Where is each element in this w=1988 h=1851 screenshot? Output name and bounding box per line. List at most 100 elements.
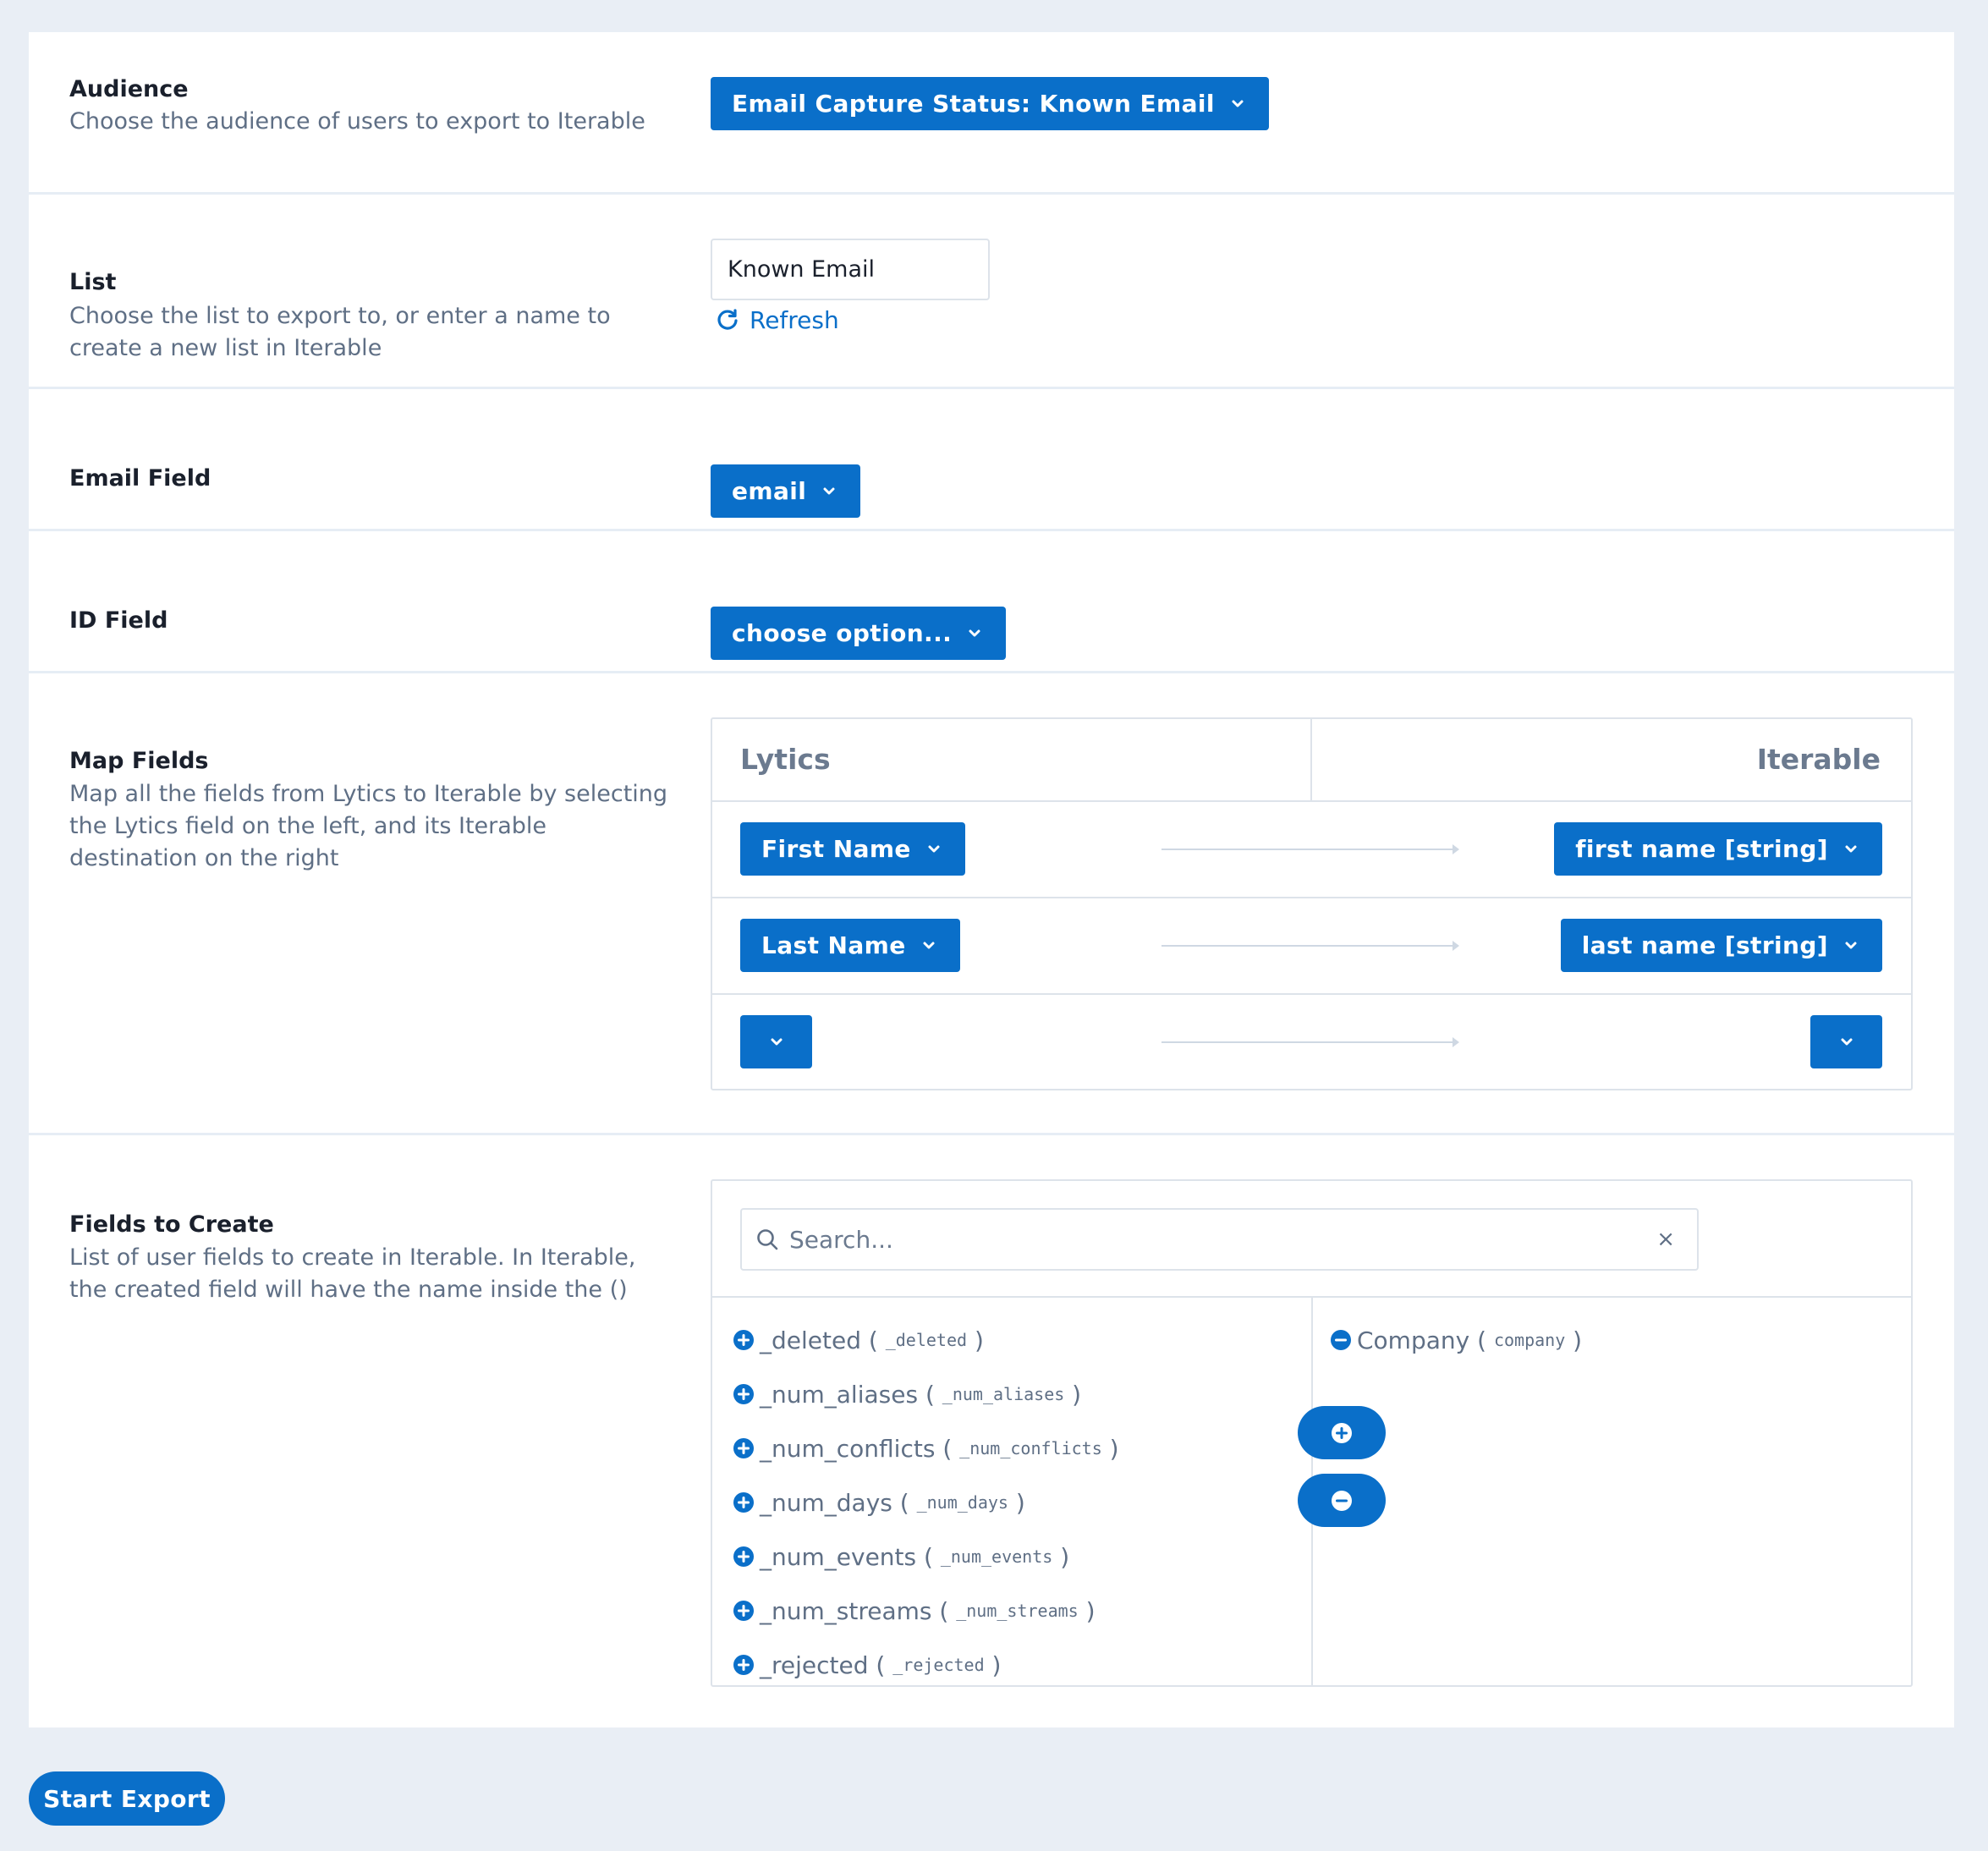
lytics-column-header: Lytics [740, 743, 831, 776]
iterable-field-label: first name [string] [1575, 835, 1828, 863]
lytics-field-label: Last Name [761, 931, 906, 959]
available-field-item[interactable]: _num_aliases ( _num_aliases ) [733, 1367, 1119, 1421]
selected-fields-list: Company ( company ) [1330, 1313, 1582, 1367]
id-field-section: ID Field choose option... [29, 531, 1954, 673]
iterable-field-label: last name [string] [1581, 931, 1828, 959]
field-name: _num_days [760, 1488, 892, 1517]
audience-description: Choose the audience of users to export t… [69, 108, 645, 135]
mapping-arrow [1161, 844, 1459, 854]
chevron-down-icon [1232, 100, 1244, 107]
field-key: _num_conflicts [959, 1438, 1102, 1458]
refresh-icon [717, 309, 738, 330]
refresh-link[interactable]: Refresh [716, 301, 839, 338]
remove-field-button[interactable] [1298, 1474, 1386, 1527]
fields-to-create-description: List of user fields to create in Iterabl… [69, 1244, 636, 1303]
field-key: _num_events [940, 1546, 1053, 1567]
plus-circle-icon [733, 1330, 754, 1350]
field-name: _num_events [760, 1542, 917, 1571]
list-description: Choose the list to export to, or enter a… [69, 303, 611, 361]
available-field-item[interactable]: _rejected ( _rejected ) [733, 1638, 1119, 1692]
available-field-item[interactable]: _deleted ( _deleted ) [733, 1313, 1119, 1367]
fields-to-create-title: Fields to Create [69, 1211, 274, 1238]
mapping-arrow [1161, 941, 1459, 951]
list-section: List Choose the list to export to, or en… [29, 195, 1954, 389]
field-key: _deleted [885, 1330, 968, 1350]
plus-circle-icon [733, 1601, 754, 1621]
chevron-down-icon [923, 942, 935, 948]
field-name: _deleted [760, 1326, 861, 1354]
field-mapping-table: Lytics Iterable First Name first name [s… [711, 717, 1913, 1090]
audience-section: Audience Choose the audience of users to… [29, 32, 1954, 195]
chevron-down-icon [1845, 845, 1857, 852]
field-key: company [1493, 1330, 1566, 1350]
header-divider [1310, 719, 1312, 800]
email-field-dropdown-label: email [732, 477, 807, 505]
iterable-field-dropdown[interactable]: first name [string] [1554, 822, 1882, 876]
lytics-field-dropdown[interactable]: First Name [740, 822, 965, 876]
id-field-dropdown-label: choose option... [732, 619, 953, 647]
mapping-arrow [1161, 1037, 1459, 1047]
field-key: _num_aliases [942, 1384, 1065, 1404]
plus-circle-icon [733, 1384, 754, 1404]
plus-circle-icon [733, 1546, 754, 1567]
field-name: _rejected [760, 1651, 869, 1679]
export-config-panel: Audience Choose the audience of users to… [29, 32, 1954, 1727]
available-field-item[interactable]: _num_conflicts ( _num_conflicts ) [733, 1421, 1119, 1475]
lytics-field-dropdown[interactable] [740, 1015, 812, 1068]
plus-circle-icon [733, 1492, 754, 1513]
mapping-row [712, 995, 1911, 1091]
search-input[interactable] [789, 1225, 1657, 1254]
mapping-header: Lytics Iterable [712, 719, 1911, 802]
chevron-down-icon [928, 845, 940, 852]
iterable-field-dropdown[interactable] [1810, 1015, 1882, 1068]
available-field-item[interactable]: _num_events ( _num_events ) [733, 1530, 1119, 1584]
clear-search-icon[interactable]: × [1656, 1227, 1675, 1252]
field-key: _num_streams [956, 1601, 1079, 1621]
chevron-down-icon [823, 487, 835, 494]
field-name: _num_streams [760, 1596, 932, 1625]
lytics-field-label: First Name [761, 835, 911, 863]
email-field-section: Email Field email [29, 389, 1954, 531]
start-export-button[interactable]: Start Export [29, 1771, 225, 1826]
chevron-down-icon [1841, 1038, 1852, 1045]
audience-dropdown[interactable]: Email Capture Status: Known Email [711, 77, 1269, 130]
search-icon [757, 1229, 778, 1250]
id-field-title: ID Field [69, 607, 168, 634]
chevron-down-icon [969, 629, 980, 636]
chevron-down-icon [771, 1038, 782, 1045]
iterable-field-dropdown[interactable]: last name [string] [1560, 919, 1882, 972]
field-search: × [740, 1208, 1699, 1271]
list-title: List [69, 269, 117, 295]
map-fields-description: Map all the fields from Lytics to Iterab… [69, 781, 668, 871]
field-name: _num_conflicts [760, 1434, 936, 1463]
audience-dropdown-label: Email Capture Status: Known Email [732, 90, 1215, 118]
available-fields-list: _deleted ( _deleted ) _num_aliases ( _nu… [733, 1313, 1119, 1692]
id-field-dropdown[interactable]: choose option... [711, 607, 1007, 660]
field-name: _num_aliases [760, 1380, 919, 1409]
selected-field-item[interactable]: Company ( company ) [1330, 1313, 1582, 1367]
available-field-item[interactable]: _num_days ( _num_days ) [733, 1475, 1119, 1530]
plus-circle-icon [733, 1438, 754, 1458]
audience-title: Audience [69, 76, 189, 102]
map-fields-title: Map Fields [69, 748, 209, 774]
mapping-row: Last Name last name [string] [712, 898, 1911, 995]
fields-picker: × _deleted ( _deleted ) _num_aliases ( _… [711, 1179, 1913, 1687]
minus-circle-icon [1331, 1330, 1351, 1350]
field-key: _num_days [916, 1492, 1008, 1513]
field-name: Company [1357, 1326, 1470, 1354]
field-key: _rejected [892, 1655, 985, 1675]
plus-circle-icon [733, 1655, 754, 1675]
email-field-title: Email Field [69, 465, 211, 492]
plus-circle-icon [1332, 1422, 1352, 1443]
available-field-item[interactable]: _num_streams ( _num_streams ) [733, 1584, 1119, 1638]
email-field-dropdown[interactable]: email [711, 464, 861, 518]
list-name-input[interactable]: Known Email [711, 239, 990, 300]
add-field-button[interactable] [1298, 1406, 1386, 1459]
chevron-down-icon [1845, 942, 1857, 948]
mapping-row: First Name first name [string] [712, 802, 1911, 898]
list-name-value: Known Email [728, 256, 876, 283]
lytics-field-dropdown[interactable]: Last Name [740, 919, 960, 972]
minus-circle-icon [1332, 1490, 1352, 1511]
refresh-label: Refresh [750, 305, 839, 334]
iterable-column-header: Iterable [1756, 743, 1881, 776]
